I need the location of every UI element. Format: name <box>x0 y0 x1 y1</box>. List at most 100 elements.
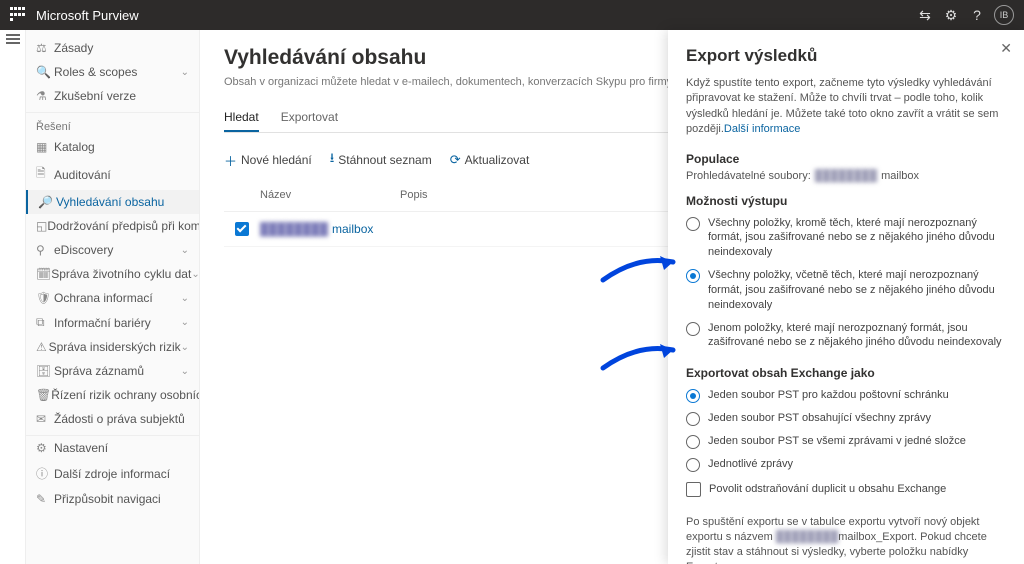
sidebar-item[interactable]: 🗓Správa životního cyklu dat⌄ <box>26 262 199 286</box>
help-icon[interactable]: ? <box>964 7 990 23</box>
sidebar-item-label: Správa insiderských rizik <box>49 340 181 354</box>
sidebar-item[interactable]: 🗄Správa záznamů⌄ <box>26 359 199 383</box>
sidebar-item[interactable]: ✎Přizpůsobit navigaci <box>26 487 199 511</box>
dedup-checkbox[interactable] <box>686 482 701 497</box>
org-switcher-icon[interactable]: ⇆ <box>912 7 938 24</box>
sidebar-icon: ⚲ <box>36 243 54 257</box>
chevron-down-icon: ⌄ <box>181 67 189 78</box>
sidebar: ⚖Zásady🔍Roles & scopes⌄⚗Zkušební verzeŘe… <box>26 30 200 564</box>
app-title: Microsoft Purview <box>36 8 139 23</box>
chevron-down-icon: ⌄ <box>181 366 189 377</box>
population-value: Prohledávatelné soubory: ████████ mailbo… <box>686 170 1006 182</box>
sidebar-item-label: Správa životního cyklu dat <box>51 267 191 281</box>
sidebar-icon: ⚠ <box>36 340 49 354</box>
sidebar-icon: 🔎 <box>38 195 56 209</box>
top-bar: Microsoft Purview ⇆ ⚙ ? IB <box>0 0 1024 30</box>
sidebar-item[interactable]: ⧉Informační bariéry ⌄ <box>26 310 199 335</box>
radio-button[interactable] <box>686 389 700 403</box>
new-search-button[interactable]: ＋ Nové hledání <box>224 149 312 171</box>
output-options-label: Možnosti výstupu <box>686 194 1006 208</box>
nav-rail <box>0 30 26 564</box>
sidebar-item-label: Zásady <box>54 41 93 55</box>
sidebar-item[interactable]: 🗑Řízení rizik ochrany osobníc…⌄ <box>26 383 199 407</box>
new-search-label: Nové hledání <box>241 153 312 167</box>
sidebar-section-label: Řešení <box>26 112 199 135</box>
sidebar-item[interactable]: 🛡Ochrana informací ⌄ <box>26 286 199 310</box>
exchange-format-label: Exportovat obsah Exchange jako <box>686 366 1006 380</box>
sidebar-icon: ⚖ <box>36 41 54 55</box>
row-checkbox[interactable] <box>235 222 249 236</box>
sidebar-item[interactable]: ✉Žádosti o práva subjektů <box>26 407 199 431</box>
hamburger-icon[interactable] <box>6 38 20 40</box>
sidebar-item[interactable]: ⓘDalší zdroje informací <box>26 460 199 487</box>
waffle-icon[interactable] <box>10 7 26 23</box>
radio-label: Jednotlivé zprávy <box>708 457 793 472</box>
sidebar-item-label: Žádosti o práva subjektů <box>54 412 185 426</box>
sidebar-item-label: Roles & scopes <box>54 65 137 79</box>
sidebar-item[interactable]: ⚠Správa insiderských rizik⌄ <box>26 335 199 359</box>
export-results-panel: ✕ Export výsledků Když spustíte tento ex… <box>668 30 1024 564</box>
radio-button[interactable] <box>686 269 700 283</box>
exchange-option[interactable]: Jeden soubor PST obsahující všechny zprá… <box>686 407 1006 430</box>
radio-label: Všechny položky, včetně těch, které mají… <box>708 268 1006 313</box>
sidebar-item-label: Informační bariéry <box>54 316 151 330</box>
sidebar-item[interactable]: 🔎Vyhledávání obsahu <box>26 190 199 214</box>
plus-icon: ＋ <box>224 151 237 170</box>
radio-button[interactable] <box>686 217 700 231</box>
sidebar-icon: ⧉ <box>36 315 54 330</box>
tab-search[interactable]: Hledat <box>224 106 259 132</box>
sidebar-icon: ⚙ <box>36 441 54 455</box>
exchange-option[interactable]: Jeden soubor PST pro každou poštovní sch… <box>686 384 1006 407</box>
row-name-suffix: mailbox <box>332 222 373 236</box>
sidebar-item-label: Další zdroje informací <box>54 467 170 481</box>
avatar[interactable]: IB <box>994 5 1014 25</box>
chevron-down-icon: ⌄ <box>191 269 199 280</box>
sidebar-item[interactable]: 🗎Auditování <box>26 159 199 190</box>
sidebar-item-label: Auditování <box>54 168 111 182</box>
sidebar-icon: 🗎 <box>36 164 54 185</box>
chevron-down-icon: ⌄ <box>181 245 189 256</box>
exchange-option[interactable]: Jednotlivé zprávy <box>686 453 1006 476</box>
radio-button[interactable] <box>686 322 700 336</box>
refresh-button[interactable]: ⟳Aktualizovat <box>450 149 530 171</box>
download-list-label: Stáhnout seznam <box>338 153 431 167</box>
sidebar-item[interactable]: ▦Katalog <box>26 135 199 159</box>
sidebar-item-label: Ochrana informací <box>54 291 153 305</box>
col-name[interactable]: Název <box>260 189 400 201</box>
radio-label: Všechny položky, kromě těch, které mají … <box>708 216 1006 261</box>
radio-label: Jeden soubor PST se všemi zprávami v jed… <box>708 434 966 449</box>
sidebar-item[interactable]: ⚖Zásady <box>26 36 199 60</box>
download-list-button[interactable]: ⭳Stáhnout seznam <box>330 149 432 171</box>
sidebar-icon: ▦ <box>36 140 54 154</box>
learn-more-link[interactable]: Další informace <box>724 123 800 135</box>
sidebar-item[interactable]: 🔍Roles & scopes ⌄ <box>26 60 199 84</box>
radio-button[interactable] <box>686 458 700 472</box>
sidebar-item[interactable]: ⚲eDiscovery⌄ <box>26 238 199 262</box>
sidebar-icon: ◱ <box>36 219 47 233</box>
sidebar-item-label: Řízení rizik ochrany osobníc… <box>51 388 199 402</box>
output-option[interactable]: Všechny položky, kromě těch, které mají … <box>686 212 1006 265</box>
sidebar-item-label: Dodržování předpisů při komuni… <box>47 219 199 233</box>
chevron-down-icon: ⌄ <box>181 293 189 304</box>
settings-icon[interactable]: ⚙ <box>938 7 964 24</box>
sidebar-item-label: Přizpůsobit navigaci <box>54 492 161 506</box>
close-icon[interactable]: ✕ <box>1000 40 1012 57</box>
output-option[interactable]: Všechny položky, včetně těch, které mají… <box>686 264 1006 317</box>
radio-label: Jeden soubor PST obsahující všechny zprá… <box>708 411 931 426</box>
sidebar-item[interactable]: ⚗Zkušební verze <box>26 84 199 108</box>
sidebar-item-label: Nastavení <box>54 441 108 455</box>
output-option[interactable]: Jenom položky, které mají nerozpoznaný f… <box>686 317 1006 355</box>
footer-note: Po spuštění exportu se v tabulce exportu… <box>686 515 1006 564</box>
dedup-row[interactable]: Povolit odstraňování duplicit u obsahu E… <box>686 476 1006 503</box>
tab-export[interactable]: Exportovat <box>281 106 338 132</box>
refresh-label: Aktualizovat <box>465 153 530 167</box>
chevron-down-icon: ⌄ <box>181 317 189 328</box>
radio-button[interactable] <box>686 435 700 449</box>
exchange-option[interactable]: Jeden soubor PST se všemi zprávami v jed… <box>686 430 1006 453</box>
radio-button[interactable] <box>686 412 700 426</box>
population-label: Populace <box>686 152 1006 166</box>
sidebar-icon: 🛡 <box>36 291 54 305</box>
sidebar-item[interactable]: ◱Dodržování předpisů při komuni… <box>26 214 199 238</box>
sidebar-item[interactable]: ⚙Nastavení <box>26 436 199 460</box>
sidebar-icon: 🔍 <box>36 65 54 79</box>
